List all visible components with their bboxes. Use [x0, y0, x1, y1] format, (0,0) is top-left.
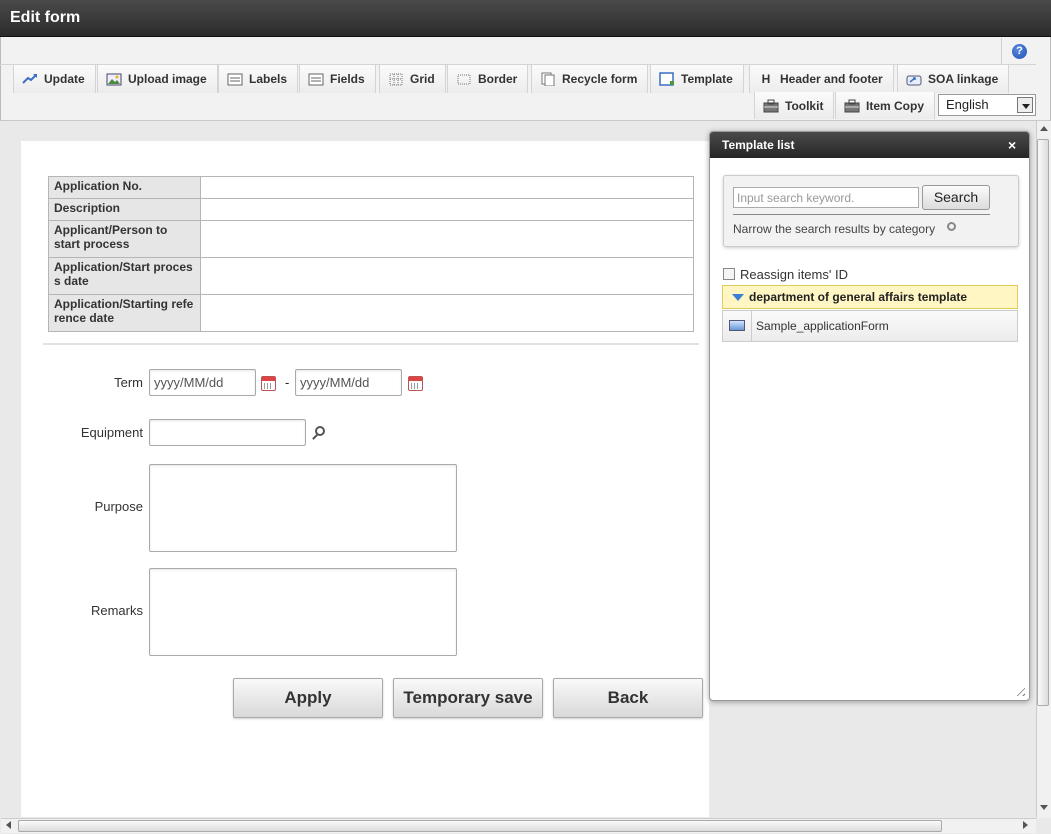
narrow-by-category-link[interactable]: Narrow the search results by category — [733, 222, 935, 236]
search-icon[interactable] — [315, 426, 325, 436]
temporary-save-button[interactable]: Temporary save — [393, 678, 543, 718]
template-label: Template — [681, 72, 733, 86]
table-row: Description — [48, 198, 694, 221]
template-icon — [659, 72, 675, 86]
scroll-left-icon[interactable] — [6, 821, 11, 829]
upload-image-button[interactable]: Upload image — [97, 65, 218, 93]
upload-image-icon — [106, 72, 122, 86]
term-separator: - — [285, 375, 290, 390]
grid-label: Grid — [410, 72, 435, 86]
vertical-scroll-thumb[interactable] — [1037, 139, 1049, 706]
item-copy-button[interactable]: Item Copy — [835, 92, 936, 119]
term-label: Term — [114, 375, 143, 390]
row-value[interactable] — [200, 176, 694, 199]
table-row: Application/Starting refe rence date — [48, 294, 694, 332]
recycle-form-button[interactable]: Recycle form — [531, 65, 649, 93]
border-label: Border — [478, 72, 518, 86]
border-button[interactable]: Border — [447, 65, 529, 93]
purpose-textarea[interactable] — [149, 464, 457, 552]
purpose-label: Purpose — [94, 499, 143, 514]
section-divider — [43, 343, 699, 345]
chevron-down-icon[interactable] — [1017, 97, 1033, 113]
equipment-input[interactable] — [149, 419, 306, 446]
equipment-label: Equipment — [80, 425, 143, 440]
toolkit-label: Toolkit — [785, 98, 824, 113]
template-panel-title: Template list — [722, 138, 795, 152]
border-icon — [456, 72, 472, 86]
scroll-up-icon[interactable] — [1040, 126, 1048, 131]
header-footer-icon: H — [761, 72, 771, 86]
remarks-label: Remarks — [90, 603, 143, 618]
category-label: department of general affairs template — [749, 290, 968, 304]
item-copy-icon — [844, 99, 860, 113]
soa-linkage-label: SOA linkage — [928, 72, 999, 86]
list-item-label: Sample_applicationForm — [756, 319, 889, 333]
help-icon[interactable]: ? — [1012, 44, 1027, 59]
horizontal-scroll-thumb[interactable] — [18, 820, 942, 832]
caret-down-icon[interactable] — [732, 294, 744, 301]
table-row: Application/Start proces s date — [48, 257, 694, 295]
row-value[interactable] — [200, 294, 694, 332]
labels-icon — [227, 72, 243, 86]
grid-icon — [388, 72, 404, 86]
term-from-input[interactable]: yyyy/MM/dd — [149, 369, 256, 396]
remarks-textarea[interactable] — [149, 568, 457, 656]
scroll-right-icon[interactable] — [1023, 821, 1028, 829]
row-value[interactable] — [200, 257, 694, 295]
search-separator — [733, 214, 990, 215]
row-label: Application/Start proces s date — [48, 257, 201, 295]
back-button[interactable]: Back — [553, 678, 703, 718]
row-label: Description — [48, 198, 201, 221]
template-button[interactable]: Template — [650, 65, 744, 93]
table-row: Application No. — [48, 176, 694, 199]
reassign-id-label: Reassign items' ID — [740, 267, 848, 282]
scroll-down-icon[interactable] — [1040, 805, 1048, 810]
fields-button[interactable]: Fields — [299, 65, 376, 93]
grid-button[interactable]: Grid — [379, 65, 446, 93]
search-icon[interactable] — [947, 222, 956, 231]
recycle-form-icon — [540, 72, 556, 87]
window-title: Edit form — [10, 9, 81, 26]
search-button[interactable]: Search — [922, 185, 990, 210]
reassign-id-checkbox[interactable] — [723, 268, 735, 280]
calendar-icon[interactable] — [408, 376, 423, 391]
calendar-icon[interactable] — [261, 376, 276, 391]
apply-button[interactable]: Apply — [233, 678, 383, 718]
search-input[interactable]: Input search keyword. — [733, 187, 919, 208]
info-table: Application No. Description Applicant/Pe… — [48, 176, 694, 332]
close-icon[interactable]: × — [1008, 137, 1016, 153]
update-button[interactable]: Update — [13, 65, 96, 93]
labels-label: Labels — [249, 72, 288, 86]
term-to-input[interactable]: yyyy/MM/dd — [295, 369, 402, 396]
update-label: Update — [44, 72, 85, 86]
row-value[interactable] — [200, 198, 694, 221]
recycle-form-label: Recycle form — [562, 72, 638, 86]
soa-linkage-icon — [906, 72, 922, 86]
soa-linkage-button[interactable]: SOA linkage — [897, 65, 1010, 93]
row-label: Application No. — [48, 176, 201, 199]
row-value[interactable] — [200, 220, 694, 258]
title-bar: Edit form — [0, 0, 1051, 37]
update-icon — [22, 72, 38, 86]
form-template-icon — [729, 320, 745, 331]
header-footer-label: Header and footer — [780, 72, 883, 86]
toolkit-button[interactable]: Toolkit — [754, 92, 835, 119]
upload-image-label: Upload image — [128, 72, 207, 86]
row-label: Applicant/Person to start process — [48, 220, 201, 258]
header-footer-button[interactable]: H Header and footer — [749, 65, 894, 93]
labels-button[interactable]: Labels — [218, 65, 299, 93]
toolkit-icon — [763, 99, 779, 113]
fields-label: Fields — [330, 72, 365, 86]
fields-icon — [308, 72, 324, 86]
row-label: Application/Starting refe rence date — [48, 294, 201, 332]
table-row: Applicant/Person to start process — [48, 220, 694, 258]
item-copy-label: Item Copy — [866, 98, 925, 113]
